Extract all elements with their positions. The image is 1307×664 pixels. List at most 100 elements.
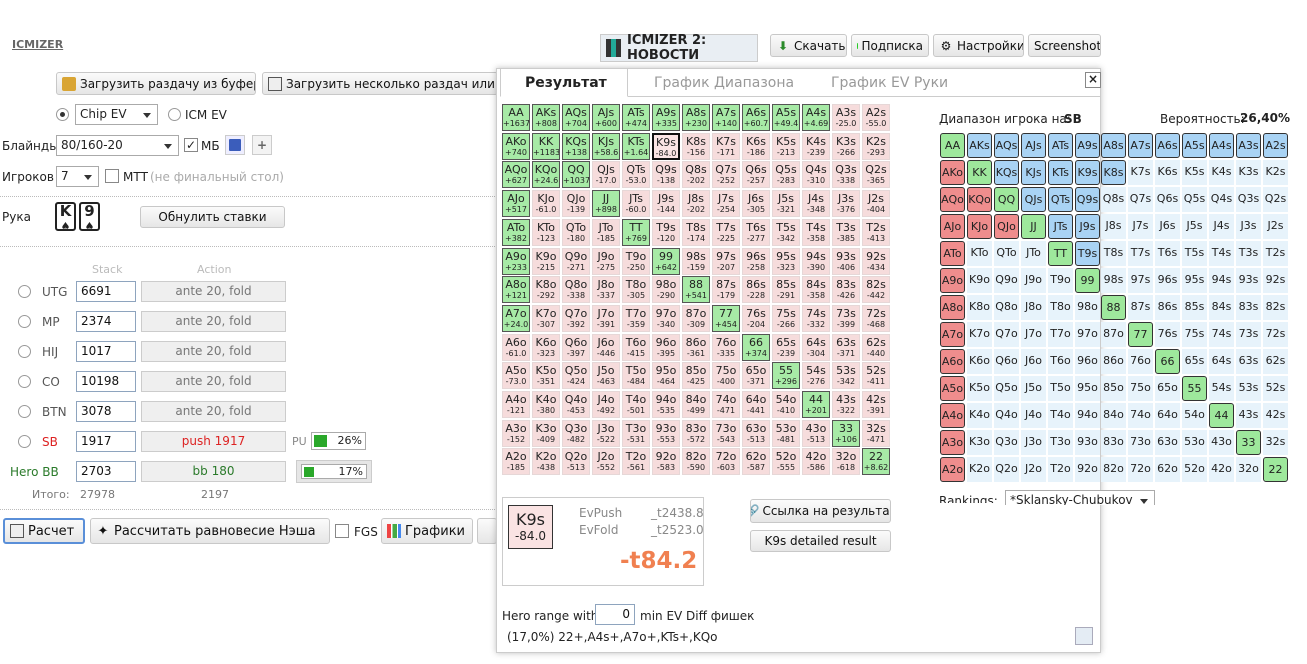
matrix-cell[interactable]: AJs +600: [592, 104, 620, 131]
matrix-cell[interactable]: T5s -342: [772, 219, 800, 246]
range-cell[interactable]: 96s: [1155, 268, 1180, 293]
range-cell[interactable]: K9s: [1075, 160, 1100, 185]
range-cell[interactable]: K2s: [1263, 160, 1288, 185]
range-cell[interactable]: TT: [1048, 241, 1073, 266]
range-cell[interactable]: T7o: [1048, 322, 1073, 347]
range-cell[interactable]: JJ: [1021, 214, 1046, 239]
matrix-cell[interactable]: A9s +335: [652, 104, 680, 131]
range-cell[interactable]: Q7o: [994, 322, 1019, 347]
matrix-cell[interactable]: Q9o -271: [562, 248, 590, 275]
range-cell[interactable]: AJo: [940, 214, 965, 239]
range-cell[interactable]: K2o: [967, 457, 992, 482]
matrix-cell[interactable]: K5s -213: [772, 133, 800, 160]
matrix-cell[interactable]: 62s -440: [862, 334, 890, 361]
range-cell[interactable]: 98o: [1075, 295, 1100, 320]
matrix-cell[interactable]: K8s -156: [682, 133, 710, 160]
range-cell[interactable]: QTs: [1048, 187, 1073, 212]
matrix-cell[interactable]: 65o -371: [742, 362, 770, 389]
matrix-cell[interactable]: 77 +454: [712, 305, 740, 332]
range-cell[interactable]: 53s: [1236, 376, 1261, 401]
range-cell[interactable]: 95s: [1182, 268, 1207, 293]
range-cell[interactable]: 94o: [1075, 403, 1100, 428]
matrix-cell[interactable]: Q6o -397: [562, 334, 590, 361]
range-cell[interactable]: T3s: [1236, 241, 1261, 266]
matrix-cell[interactable]: AKs +808: [532, 104, 560, 131]
matrix-cell[interactable]: K5o -351: [532, 362, 560, 389]
range-cell[interactable]: K8o: [967, 295, 992, 320]
matrix-cell[interactable]: KK +1183: [532, 133, 560, 160]
matrix-cell[interactable]: Q5s -283: [772, 161, 800, 188]
seat-stack-input[interactable]: 1017: [76, 341, 136, 362]
range-cell[interactable]: T5o: [1048, 376, 1073, 401]
matrix-cell[interactable]: A4o -121: [502, 391, 530, 418]
matrix-cell[interactable]: T3s -385: [832, 219, 860, 246]
matrix-cell[interactable]: 72s -468: [862, 305, 890, 332]
range-cell[interactable]: 63o: [1155, 430, 1180, 455]
matrix-cell[interactable]: T8s -174: [682, 219, 710, 246]
range-cell[interactable]: A7s: [1128, 133, 1153, 158]
matrix-cell[interactable]: T7o -359: [622, 305, 650, 332]
matrix-cell[interactable]: A4s +4.69: [802, 104, 830, 131]
range-cell[interactable]: 97s: [1128, 268, 1153, 293]
range-cell[interactable]: A8o: [940, 295, 965, 320]
range-cell[interactable]: T9o: [1048, 268, 1073, 293]
tab-ev-chart[interactable]: График EV Руки: [831, 75, 948, 91]
matrix-cell[interactable]: Q8s -202: [682, 161, 710, 188]
range-cell[interactable]: 86o: [1101, 349, 1126, 374]
range-cell[interactable]: T9s: [1075, 241, 1100, 266]
range-cell[interactable]: 76s: [1155, 322, 1180, 347]
matrix-cell[interactable]: 42s -391: [862, 391, 890, 418]
matrix-cell[interactable]: J4o -492: [592, 391, 620, 418]
range-cell[interactable]: K3s: [1236, 160, 1261, 185]
matrix-cell[interactable]: 66 +374: [742, 334, 770, 361]
copy-icon[interactable]: [1075, 627, 1093, 645]
range-cell[interactable]: 62o: [1155, 457, 1180, 482]
icm-ev-radio[interactable]: [168, 108, 181, 121]
matrix-cell[interactable]: 93s -406: [832, 248, 860, 275]
matrix-cell[interactable]: 96s -258: [742, 248, 770, 275]
range-cell[interactable]: Q3o: [994, 430, 1019, 455]
range-cell[interactable]: 92s: [1263, 268, 1288, 293]
matrix-cell[interactable]: 76o -335: [712, 334, 740, 361]
matrix-cell[interactable]: 93o -553: [652, 420, 680, 447]
range-cell[interactable]: 32s: [1263, 430, 1288, 455]
seat-stack-input[interactable]: 6691: [76, 281, 136, 302]
range-cell[interactable]: 64s: [1209, 349, 1234, 374]
matrix-cell[interactable]: A7o +24.0: [502, 305, 530, 332]
range-cell[interactable]: T6o: [1048, 349, 1073, 374]
matrix-cell[interactable]: 53s -342: [832, 362, 860, 389]
range-cell[interactable]: 95o: [1075, 376, 1100, 401]
matrix-cell[interactable]: T5o -484: [622, 362, 650, 389]
seat-radio[interactable]: [18, 285, 31, 298]
matrix-cell[interactable]: JTo -185: [592, 219, 620, 246]
matrix-cell[interactable]: Q3s -338: [832, 161, 860, 188]
extra-button[interactable]: [477, 518, 497, 544]
matrix-cell[interactable]: 98s -159: [682, 248, 710, 275]
seat-action[interactable]: ante 20, fold: [141, 371, 286, 392]
matrix-cell[interactable]: J2s -404: [862, 190, 890, 217]
matrix-cell[interactable]: A5o -73.0: [502, 362, 530, 389]
chip-ev-radio[interactable]: [56, 108, 69, 121]
matrix-cell[interactable]: K3s -266: [832, 133, 860, 160]
settings-button[interactable]: ⚙ Настройки: [933, 34, 1024, 57]
range-cell[interactable]: QJs: [1021, 187, 1046, 212]
matrix-cell[interactable]: 94o -535: [652, 391, 680, 418]
range-cell[interactable]: K4s: [1209, 160, 1234, 185]
range-cell[interactable]: A3o: [940, 430, 965, 455]
matrix-cell[interactable]: 83o -572: [682, 420, 710, 447]
range-cell[interactable]: K3o: [967, 430, 992, 455]
matrix-cell[interactable]: 75s -266: [772, 305, 800, 332]
range-cell[interactable]: Q2o: [994, 457, 1019, 482]
range-cell[interactable]: Q2s: [1263, 187, 1288, 212]
matrix-cell[interactable]: 86s -228: [742, 276, 770, 303]
range-cell[interactable]: 44: [1209, 403, 1234, 428]
chip-ev-select[interactable]: Chip EV: [75, 104, 158, 125]
range-cell[interactable]: K8s: [1101, 160, 1126, 185]
fgs-checkbox[interactable]: [335, 524, 349, 538]
range-cell[interactable]: Q9o: [994, 268, 1019, 293]
matrix-cell[interactable]: 84o -499: [682, 391, 710, 418]
seat-stack-input[interactable]: 3078: [76, 401, 136, 422]
matrix-cell[interactable]: 92s -434: [862, 248, 890, 275]
range-cell[interactable]: T2o: [1048, 457, 1073, 482]
blinds-select[interactable]: 80/160-20: [56, 135, 179, 156]
